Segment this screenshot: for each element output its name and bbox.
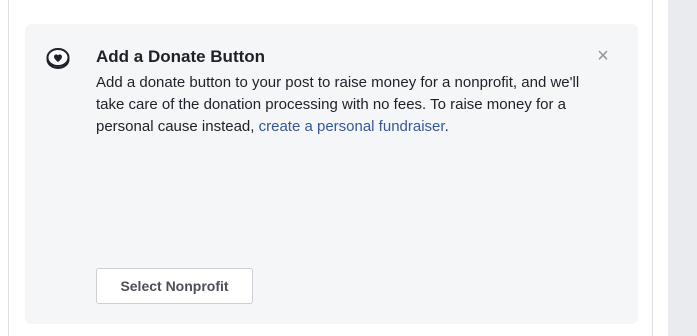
- composer-frame: Add a Donate Button × Add a donate butto…: [0, 0, 697, 336]
- heart-coin-icon: [46, 46, 70, 70]
- description-period: .: [444, 118, 449, 135]
- side-panel: [668, 0, 697, 336]
- personal-fundraiser-link[interactable]: create a personal fundraiser: [259, 118, 445, 135]
- close-button[interactable]: ×: [591, 44, 615, 68]
- card-description: Add a donate button to your post to rais…: [96, 72, 606, 138]
- donate-card: Add a Donate Button × Add a donate butto…: [25, 24, 638, 324]
- close-icon[interactable]: ×: [597, 45, 609, 68]
- right-divider: [652, 0, 653, 336]
- card-title: Add a Donate Button: [96, 47, 266, 66]
- left-divider: [8, 0, 9, 336]
- select-nonprofit-button[interactable]: Select Nonprofit: [96, 268, 253, 304]
